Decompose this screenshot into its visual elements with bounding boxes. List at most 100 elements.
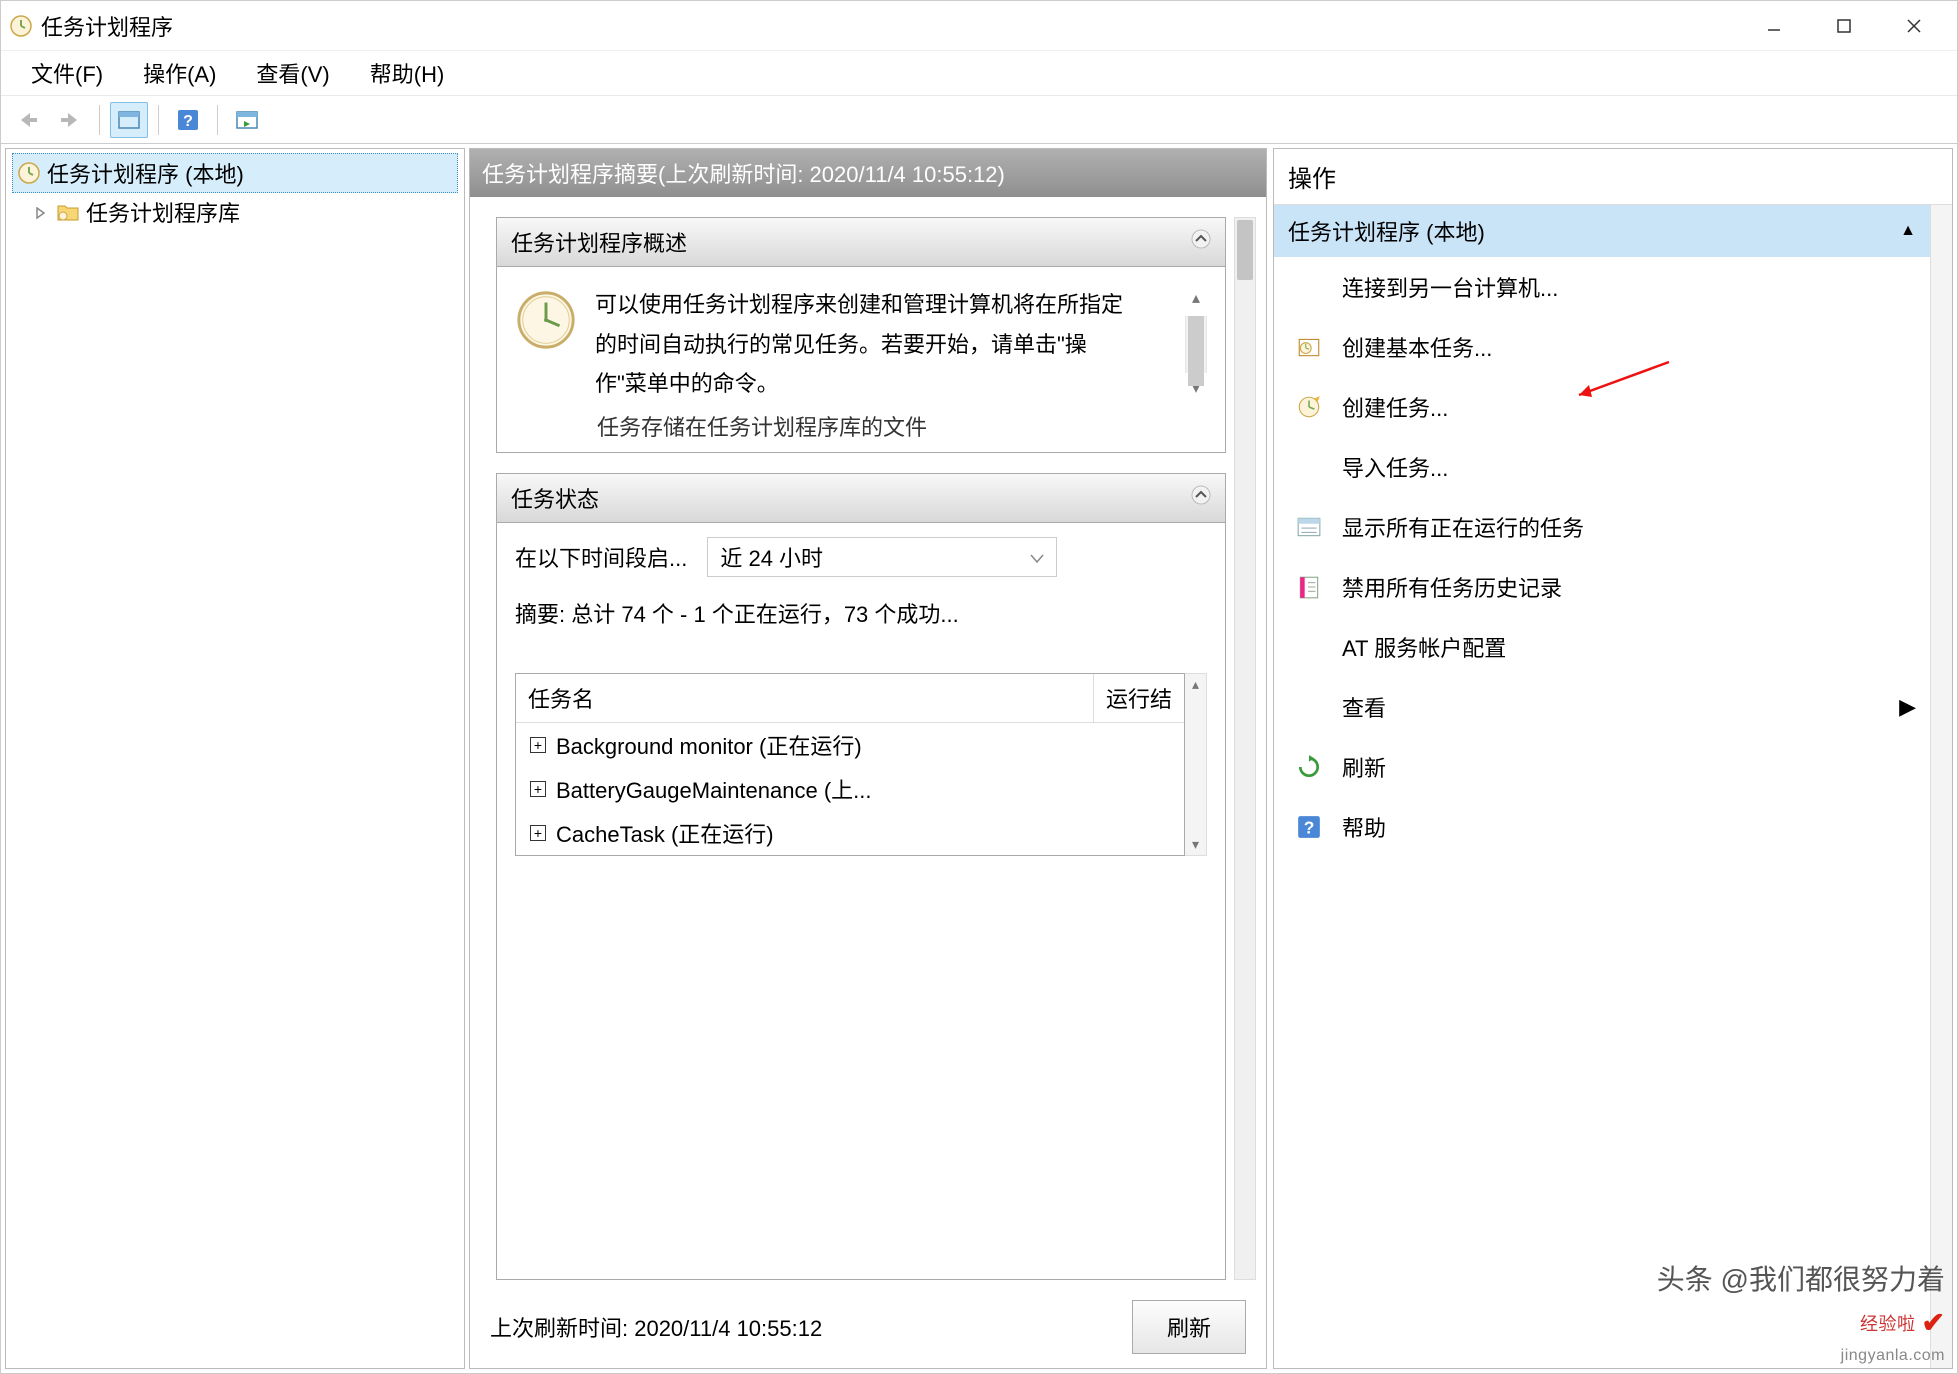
task-list: 任务名 运行结 + Background monitor (正在运行) + xyxy=(515,673,1185,856)
scroll-up-icon[interactable]: ▴ xyxy=(1192,285,1200,314)
watermark-badge: 经验啦 xyxy=(1860,1310,1916,1336)
tree-root-node[interactable]: 任务计划程序 (本地) xyxy=(12,153,458,193)
close-button[interactable] xyxy=(1879,1,1949,51)
menu-view[interactable]: 查看(V) xyxy=(236,51,349,95)
action-help[interactable]: ? 帮助 xyxy=(1274,797,1930,857)
watermark-text: 头条 @我们都很努力着 xyxy=(1657,1258,1945,1298)
status-summary: 摘要: 总计 74 个 - 1 个正在运行，73 个成功... xyxy=(515,597,1207,629)
chevron-up-icon xyxy=(1191,229,1211,255)
actions-scrollbar[interactable] xyxy=(1930,205,1952,1368)
col-task-name[interactable]: 任务名 xyxy=(516,674,1094,722)
toolbar-show-hide-action-button[interactable] xyxy=(228,102,266,138)
blank-icon xyxy=(1296,694,1322,720)
watermark-url: jingyanla.com xyxy=(1841,1347,1945,1365)
overview-cut-text: 任务存储在任务计划程序库的文件 xyxy=(497,410,1225,452)
expand-icon[interactable]: + xyxy=(530,737,546,753)
clock-icon xyxy=(17,161,41,185)
task-name: Background monitor (正在运行) xyxy=(556,729,862,761)
actions-section-header[interactable]: 任务计划程序 (本地) ▲ xyxy=(1274,205,1930,257)
action-create-basic-task[interactable]: 创建基本任务... xyxy=(1274,317,1930,377)
blank-icon xyxy=(1296,634,1322,660)
refresh-icon xyxy=(1296,754,1322,780)
maximize-button[interactable] xyxy=(1809,1,1879,51)
action-label: 刷新 xyxy=(1342,751,1386,783)
expand-icon[interactable]: + xyxy=(530,781,546,797)
menu-action[interactable]: 操作(A) xyxy=(123,51,236,95)
action-at-account[interactable]: AT 服务帐户配置 xyxy=(1274,617,1930,677)
overview-text: 可以使用任务计划程序来创建和管理计算机将在所指定的时间自动执行的常见任务。若要开… xyxy=(595,285,1167,404)
period-label: 在以下时间段启... xyxy=(515,541,687,573)
task-row[interactable]: + Background monitor (正在运行) xyxy=(516,723,1184,767)
refresh-button[interactable]: 刷新 xyxy=(1132,1300,1246,1354)
menu-help[interactable]: 帮助(H) xyxy=(350,51,465,95)
toolbar: ? xyxy=(1,96,1957,144)
expand-icon[interactable]: + xyxy=(530,825,546,841)
toolbar-show-hide-tree-button[interactable] xyxy=(110,102,148,138)
content-area: 任务计划程序 (本地) 任务计划程序库 任务计划程序摘要(上次刷新时间: 202… xyxy=(1,144,1957,1373)
action-view-submenu[interactable]: 查看 ▶ xyxy=(1274,677,1930,737)
last-refresh-label: 上次刷新时间: 2020/11/4 10:55:12 xyxy=(490,1311,822,1343)
action-label: 导入任务... xyxy=(1342,451,1448,483)
action-label: 禁用所有任务历史记录 xyxy=(1342,571,1562,603)
status-group: 任务状态 在以下时间段启... 近 24 小时 摘要: xyxy=(496,473,1226,1280)
action-connect-computer[interactable]: 连接到另一台计算机... xyxy=(1274,257,1930,317)
menu-bar: 文件(F) 操作(A) 查看(V) 帮助(H) xyxy=(1,51,1957,96)
status-group-header[interactable]: 任务状态 xyxy=(497,474,1225,523)
center-scrollbar[interactable] xyxy=(1234,217,1256,1280)
app-clock-icon xyxy=(9,14,33,38)
period-value: 近 24 小时 xyxy=(720,541,823,573)
toolbar-help-button[interactable]: ? xyxy=(169,102,207,138)
scroll-up-icon[interactable]: ▴ xyxy=(1192,674,1199,695)
task-scheduler-window: 任务计划程序 文件(F) 操作(A) 查看(V) 帮助(H) ? xyxy=(0,0,1958,1374)
tree-expander-icon[interactable] xyxy=(32,199,50,225)
status-title: 任务状态 xyxy=(511,482,599,514)
tree-child-node[interactable]: 任务计划程序库 xyxy=(12,193,458,231)
action-label: 查看 xyxy=(1342,691,1386,723)
svg-text:?: ? xyxy=(1304,818,1315,838)
task-row[interactable]: + CacheTask (正在运行) xyxy=(516,811,1184,855)
wizard-task-icon xyxy=(1296,334,1322,360)
nav-back-button[interactable] xyxy=(9,102,47,138)
period-select[interactable]: 近 24 小时 xyxy=(707,537,1057,577)
action-label: 帮助 xyxy=(1342,811,1386,843)
action-refresh[interactable]: 刷新 xyxy=(1274,737,1930,797)
tree-child-label: 任务计划程序库 xyxy=(86,196,240,228)
minimize-button[interactable] xyxy=(1739,1,1809,51)
action-label: 创建基本任务... xyxy=(1342,331,1492,363)
action-import-task[interactable]: 导入任务... xyxy=(1274,437,1930,497)
overview-clock-icon xyxy=(515,289,577,351)
actions-pane: 操作 任务计划程序 (本地) ▲ 连接到另一台计算机... 创建基本任务... xyxy=(1273,148,1953,1369)
chevron-down-icon xyxy=(1030,544,1044,570)
svg-text:?: ? xyxy=(183,113,193,130)
action-disable-history[interactable]: 禁用所有任务历史记录 xyxy=(1274,557,1930,617)
task-list-header: 任务名 运行结 xyxy=(516,674,1184,723)
overview-scrollbar[interactable]: ▴ ▾ xyxy=(1185,285,1207,404)
help-icon: ? xyxy=(1296,814,1322,840)
overview-group-header[interactable]: 任务计划程序概述 xyxy=(497,218,1225,267)
overview-title: 任务计划程序概述 xyxy=(511,226,687,258)
title-bar: 任务计划程序 xyxy=(1,1,1957,51)
task-list-scrollbar[interactable]: ▴ ▾ xyxy=(1185,673,1207,856)
overview-group: 任务计划程序概述 可以使用任务计划程序来创建和管理计算机将在所指定的时间自动执行… xyxy=(496,217,1226,453)
scroll-down-icon[interactable]: ▾ xyxy=(1192,834,1199,855)
blank-icon xyxy=(1296,274,1322,300)
center-footer: 上次刷新时间: 2020/11/4 10:55:12 刷新 xyxy=(470,1290,1266,1368)
menu-file[interactable]: 文件(F) xyxy=(11,51,123,95)
task-row[interactable]: + BatteryGaugeMaintenance (上... xyxy=(516,767,1184,811)
submenu-arrow-icon: ▶ xyxy=(1899,694,1916,720)
action-create-task[interactable]: 创建任务... xyxy=(1274,377,1930,437)
summary-header: 任务计划程序摘要(上次刷新时间: 2020/11/4 10:55:12) xyxy=(470,149,1266,197)
nav-forward-button[interactable] xyxy=(51,102,89,138)
actions-list: 任务计划程序 (本地) ▲ 连接到另一台计算机... 创建基本任务... 创建任… xyxy=(1274,205,1930,1368)
folder-library-icon xyxy=(56,200,80,224)
col-run-result[interactable]: 运行结 xyxy=(1094,674,1184,722)
navigation-tree: 任务计划程序 (本地) 任务计划程序库 xyxy=(6,149,464,235)
collapse-arrow-icon: ▲ xyxy=(1900,222,1916,240)
blank-icon xyxy=(1296,454,1322,480)
window-title: 任务计划程序 xyxy=(41,10,173,42)
history-icon xyxy=(1296,574,1322,600)
running-tasks-icon xyxy=(1296,514,1322,540)
action-label: AT 服务帐户配置 xyxy=(1342,631,1506,663)
action-label: 显示所有正在运行的任务 xyxy=(1342,511,1584,543)
action-show-running-tasks[interactable]: 显示所有正在运行的任务 xyxy=(1274,497,1930,557)
